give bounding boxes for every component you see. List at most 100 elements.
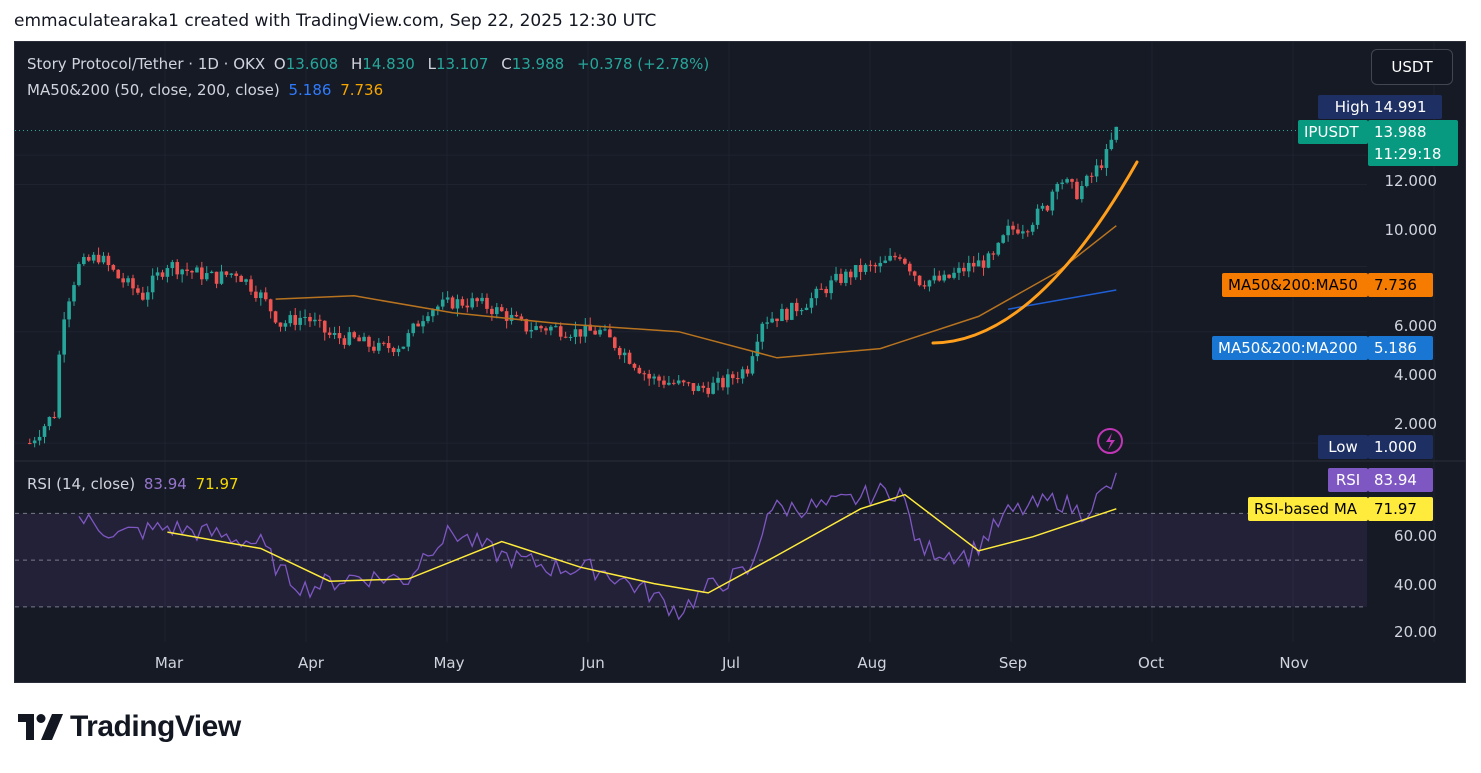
candle-body	[745, 369, 750, 374]
candle-body	[480, 297, 484, 302]
rsi-legend: RSI (14, close) 83.94 71.97	[27, 475, 243, 493]
time-tick: Nov	[1279, 654, 1309, 672]
candle-body	[259, 292, 263, 299]
candle-body	[214, 271, 219, 284]
candle-body	[514, 314, 519, 317]
time-tick: Apr	[298, 654, 324, 672]
candle-body	[996, 242, 1001, 255]
candle-body	[121, 278, 125, 283]
close-label: C	[501, 55, 512, 73]
candle-body	[903, 258, 907, 264]
candle-body	[342, 338, 347, 345]
lightning-icon[interactable]	[1097, 428, 1123, 454]
candle-body	[829, 280, 833, 294]
candle-body	[1060, 182, 1064, 184]
candle-body	[1030, 224, 1035, 232]
candle-body	[1109, 139, 1114, 150]
candle-body	[667, 382, 671, 385]
candle-body	[381, 342, 386, 344]
candle-body	[229, 273, 234, 275]
candle-body	[976, 260, 981, 267]
price-tick: 12.000	[1384, 172, 1438, 190]
candle-body	[671, 382, 676, 384]
candle-body	[770, 318, 774, 323]
candle-body	[426, 316, 430, 322]
ma-legend-value-2: 7.736	[340, 81, 384, 99]
candle-body	[883, 260, 887, 263]
rsi-ma-legend-value: 71.97	[195, 475, 239, 493]
currency-button[interactable]: USDT	[1371, 49, 1453, 85]
candle-body	[583, 324, 588, 337]
time-tick: Aug	[857, 654, 887, 672]
candle-body	[278, 322, 283, 327]
candle-body	[554, 326, 558, 328]
tradingview-logo-icon	[18, 714, 63, 740]
rsi-indicator-label[interactable]: RSI (14, close)	[27, 475, 135, 493]
candle-body	[495, 307, 499, 315]
candle-body	[460, 299, 465, 306]
candle-body	[539, 326, 543, 329]
candle-body	[647, 373, 652, 379]
candle-body	[893, 255, 897, 258]
candle-body	[750, 356, 755, 374]
time-tick: Sep	[998, 654, 1028, 672]
candle-body	[681, 380, 686, 383]
ma-indicator-label[interactable]: MA50&200 (50, close, 200, close)	[27, 81, 280, 99]
candle-body	[77, 264, 81, 286]
candle-body	[848, 271, 853, 278]
candle-body	[234, 273, 239, 276]
candle-body	[957, 267, 961, 273]
candle-body	[617, 347, 622, 356]
candle-body	[740, 369, 745, 379]
candle-body	[568, 336, 573, 338]
candle-body	[391, 348, 396, 353]
candle-body	[175, 262, 180, 275]
candle-body	[652, 376, 656, 379]
candle-body	[293, 315, 298, 325]
candle-body	[62, 319, 66, 355]
low-value: 13.107	[435, 55, 489, 73]
candle-body	[898, 257, 902, 259]
candle-body	[529, 329, 534, 332]
candle-body	[263, 292, 268, 300]
candle-body	[706, 387, 711, 394]
high-label: H	[351, 55, 363, 73]
ma-legend-value-1: 5.186	[288, 81, 332, 99]
candle-body	[834, 273, 838, 281]
candle-body	[239, 275, 243, 282]
candle-body	[1084, 175, 1089, 187]
candle-body	[47, 416, 52, 427]
symbol-title[interactable]: Story Protocol/Tether · 1D · OKX	[27, 55, 265, 73]
candle-body	[37, 436, 42, 441]
candle-body	[858, 265, 863, 272]
candle-body	[386, 343, 391, 349]
candle-body	[1025, 231, 1030, 233]
candle-body	[1114, 126, 1119, 140]
candle-body	[1075, 181, 1079, 200]
last-price-tag: 13.988 11:29:18	[1368, 120, 1458, 166]
candle-body	[603, 329, 607, 331]
candle-body	[952, 272, 956, 278]
rsi-ma-tag-value: 71.97	[1368, 497, 1433, 521]
chart-panel[interactable]: Story Protocol/Tether · 1D · OKX O13.608…	[14, 41, 1466, 683]
candle-body	[814, 288, 819, 299]
candle-body	[544, 328, 548, 331]
open-label: O	[273, 55, 286, 73]
candle-body	[608, 329, 612, 338]
low-tag-label: Low	[1318, 435, 1368, 459]
candle-body	[1035, 208, 1040, 225]
candle-body	[937, 275, 942, 281]
candle-body	[932, 275, 937, 281]
high-tag-value: 14.991	[1368, 95, 1442, 119]
candle-body	[927, 280, 932, 287]
candle-body	[716, 377, 720, 383]
candle-body	[367, 336, 371, 347]
candle-body	[406, 333, 411, 347]
candle-body	[1016, 229, 1020, 234]
chart-canvas[interactable]	[15, 42, 1466, 683]
candle-body	[853, 265, 858, 278]
ma-legend: MA50&200 (50, close, 200, close) 5.186 7…	[27, 81, 387, 99]
tradingview-logo[interactable]: TradingView	[18, 710, 241, 744]
low-tag-value: 1.000	[1368, 435, 1433, 459]
candle-body	[794, 302, 799, 312]
